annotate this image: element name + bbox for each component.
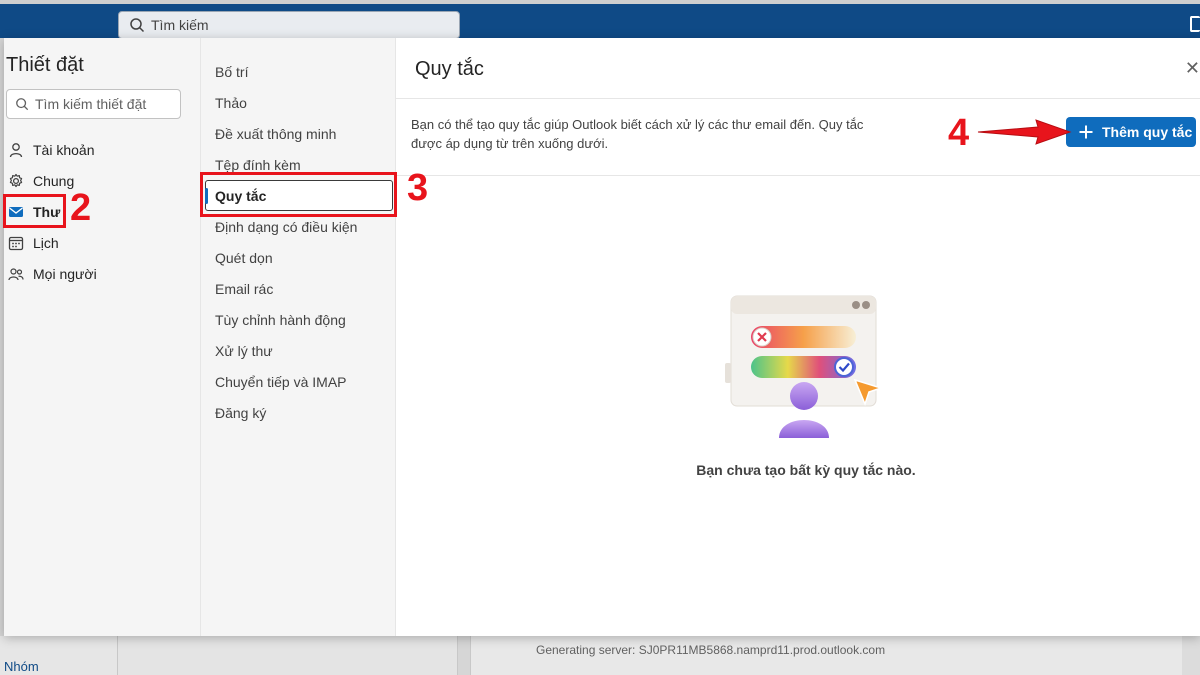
annotation-step-3: 3 <box>407 167 429 209</box>
annotation-step-4: 4 <box>948 112 970 154</box>
subcategory-compose[interactable]: Thảo <box>201 87 397 118</box>
subcategory-subscriptions[interactable]: Đăng ký <box>201 397 397 428</box>
background-edge <box>1182 636 1200 675</box>
settings-category-calendar[interactable]: Lịch <box>4 227 200 258</box>
empty-rules-illustration-icon <box>725 295 884 438</box>
close-icon[interactable]: ✕ <box>1185 58 1200 79</box>
subcategory-forwarding-imap[interactable]: Chuyển tiếp và IMAP <box>201 366 397 397</box>
person-icon <box>9 142 23 157</box>
settings-subcategory-list: Bố trí Thảo Đề xuất thông minh Tệp đính … <box>201 56 397 428</box>
settings-title: Thiết đặt <box>6 54 84 76</box>
plus-icon <box>1079 125 1093 139</box>
settings-category-people[interactable]: Mọi người <box>4 258 200 289</box>
annotation-arrow-icon <box>977 119 1072 145</box>
background-server-text: Generating server: SJ0PR11MB5868.namprd1… <box>536 643 886 657</box>
subcategory-layout[interactable]: Bố trí <box>201 56 397 87</box>
people-icon <box>8 267 24 280</box>
search-icon <box>16 98 29 111</box>
calendar-icon <box>8 236 24 250</box>
subcategory-customize-actions[interactable]: Tùy chỉnh hành động <box>201 304 397 335</box>
global-search-box[interactable]: Tìm kiếm <box>118 11 460 39</box>
divider <box>396 98 1200 99</box>
annotation-box-rules <box>200 172 397 217</box>
add-rule-button[interactable]: Thêm quy tắc <box>1066 117 1196 147</box>
settings-search-placeholder: Tìm kiếm thiết đặt <box>35 96 147 112</box>
app-header-bar: Tìm kiếm <box>0 0 1200 39</box>
annotation-step-2: 2 <box>70 187 92 229</box>
divider <box>396 175 1200 176</box>
panel-icon[interactable] <box>1190 16 1200 32</box>
settings-category-account[interactable]: Tài khoản <box>4 134 200 165</box>
empty-rules-message: Bạn chưa tạo bất kỳ quy tắc nào. <box>696 462 916 478</box>
settings-category-general[interactable]: Chung <box>4 165 200 196</box>
annotation-box-mail <box>3 194 66 228</box>
settings-category-label: Mọi người <box>33 265 97 282</box>
background-groups-label[interactable]: Nhóm <box>4 659 39 674</box>
settings-subcategory-pane: Bố trí Thảo Đề xuất thông minh Tệp đính … <box>200 38 396 636</box>
subcategory-sweep[interactable]: Quét dọn <box>201 242 397 273</box>
global-search-placeholder: Tìm kiếm <box>151 17 209 33</box>
background-message-list <box>118 636 458 675</box>
gear-icon <box>9 173 23 187</box>
settings-category-label: Tài khoản <box>33 141 95 158</box>
rules-description: Bạn có thể tạo quy tắc giúp Outlook biết… <box>411 117 864 151</box>
subcategory-message-handling[interactable]: Xử lý thư <box>201 335 397 366</box>
subcategory-smart-suggestions[interactable]: Đề xuất thông minh <box>201 118 397 149</box>
search-icon <box>130 18 145 33</box>
subcategory-junk-email[interactable]: Email rác <box>201 273 397 304</box>
settings-category-label: Lịch <box>33 234 59 251</box>
settings-search-input[interactable]: Tìm kiếm thiết đặt <box>6 89 181 119</box>
add-rule-button-label: Thêm quy tắc <box>1102 124 1193 140</box>
settings-category-label: Chung <box>33 172 75 189</box>
settings-category-pane: Thiết đặt Tìm kiếm thiết đặt Tài khoản C… <box>4 38 200 636</box>
rules-pane-title: Quy tắc <box>415 58 484 80</box>
rules-pane: Quy tắc ✕ Bạn có thể tạo quy tắc giúp Ou… <box>396 38 1200 636</box>
